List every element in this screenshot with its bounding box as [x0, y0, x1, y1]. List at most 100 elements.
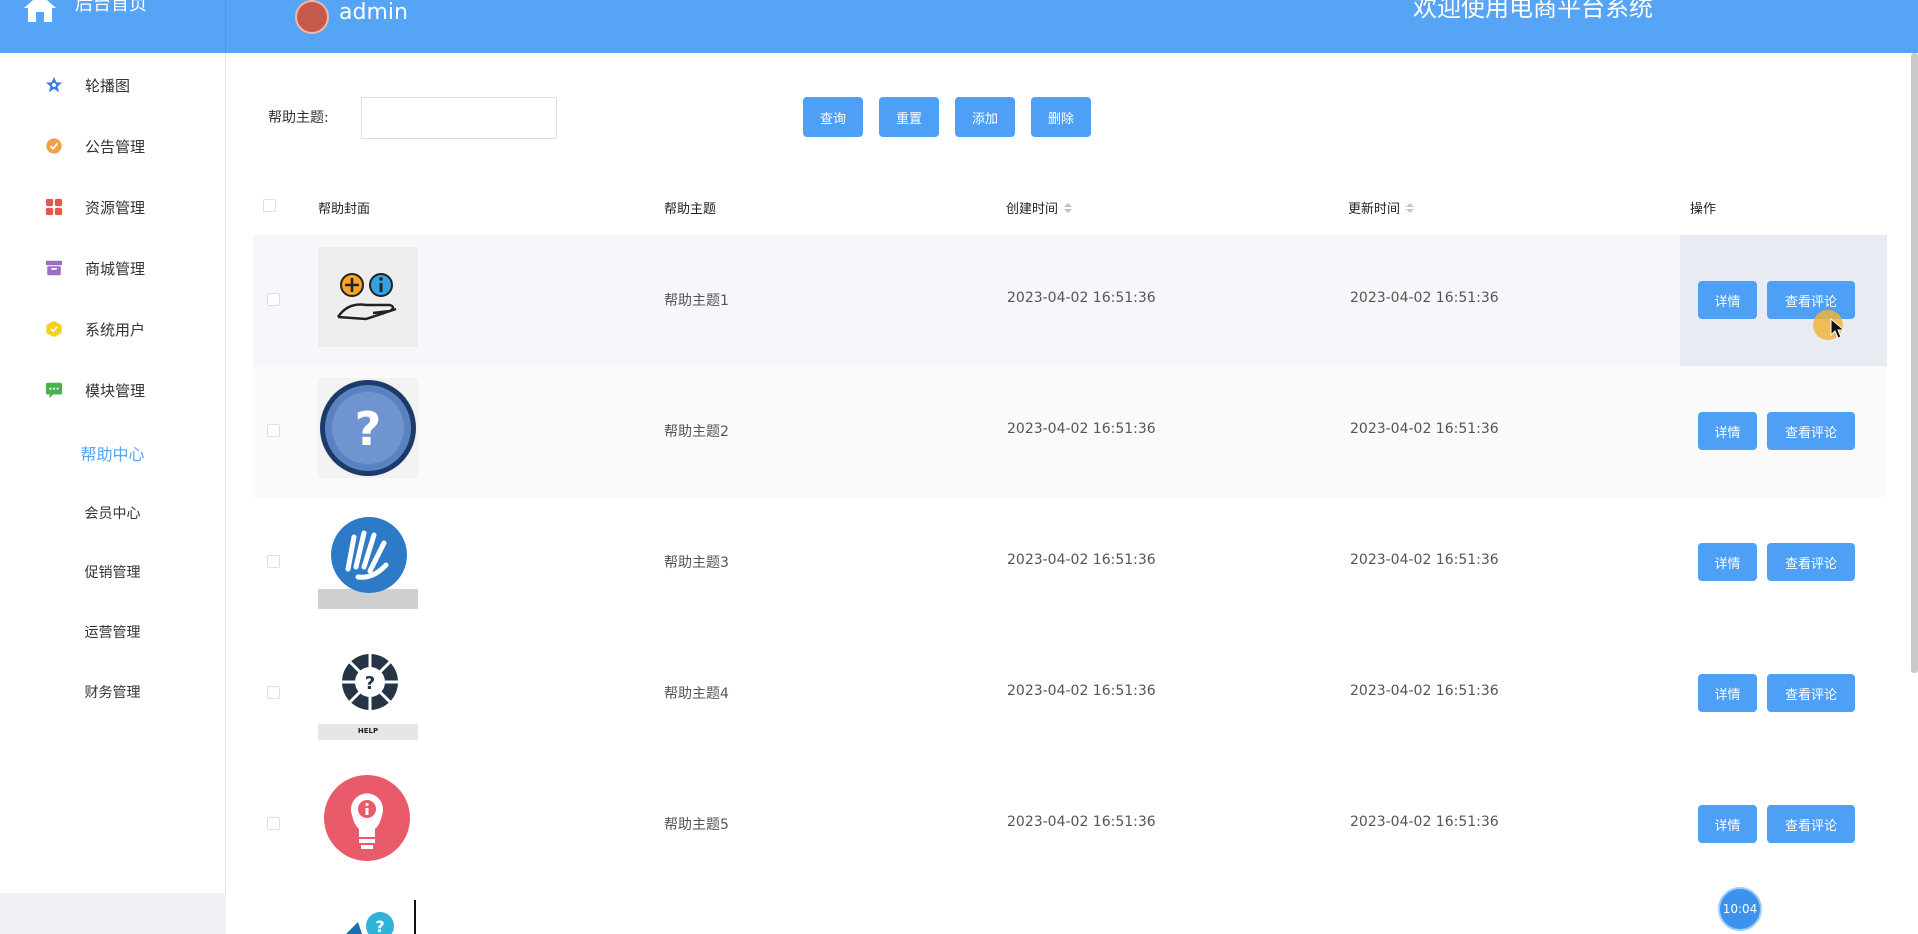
detail-button[interactable]: 详情 — [1698, 281, 1757, 319]
updated-time: 2023-04-02 16:51:36 — [1350, 552, 1499, 568]
sidebar-item-carousel[interactable]: 轮播图 — [0, 65, 225, 105]
updated-time: 2023-04-02 16:51:36 — [1350, 683, 1499, 699]
sidebar-item-label: 资源管理 — [85, 198, 146, 217]
row-checkbox[interactable] — [267, 293, 280, 306]
select-all-checkbox[interactable] — [263, 199, 276, 212]
view-comments-button[interactable]: 查看评论 — [1767, 674, 1855, 712]
column-header-title: 帮助主题 — [664, 198, 716, 217]
column-header-actions: 操作 — [1690, 198, 1716, 217]
detail-button[interactable]: 详情 — [1698, 805, 1757, 843]
updated-time: 2023-04-02 16:51:36 — [1350, 421, 1499, 437]
archive-icon — [44, 258, 64, 278]
column-header-label: 帮助主题 — [664, 202, 717, 217]
help-topic-title: 帮助主题5 — [664, 817, 729, 833]
updated-time: 2023-04-02 16:51:36 — [1350, 290, 1499, 306]
help-topic-title: 帮助主题3 — [664, 555, 729, 571]
query-button[interactable]: 查询 — [803, 97, 863, 137]
scrollbar[interactable] — [1911, 53, 1918, 673]
sidebar-item-resource[interactable]: 资源管理 — [0, 187, 225, 227]
svg-text:?: ? — [375, 917, 384, 934]
column-header-label: 操作 — [1690, 202, 1717, 217]
sidebar-subitem-finance[interactable]: 财务管理 — [0, 672, 225, 712]
column-header-label: 创建时间 — [1006, 202, 1059, 217]
cube-icon — [44, 319, 64, 339]
column-header-created[interactable]: 创建时间 — [1006, 198, 1073, 217]
help-topic-title: 帮助主题4 — [664, 686, 729, 702]
help-wheel-icon: ? HELP — [318, 640, 418, 740]
username: admin — [339, 0, 408, 25]
top-bar: 后台首页 admin 欢迎使用电商平台系统 — [0, 0, 1918, 53]
add-button[interactable]: 添加 — [955, 97, 1015, 137]
table-row[interactable]: ? 帮助主题2 2023-04-02 16:51:36 2023-04-02 1… — [253, 366, 1887, 497]
star-icon — [44, 75, 64, 95]
sign-hands-icon — [318, 509, 418, 609]
sidebar-item-label: 商城管理 — [85, 259, 146, 278]
clock-badge[interactable]: 10:04 — [1718, 887, 1762, 931]
sidebar: 轮播图 公告管理 资源管理 商城管理 系统用户 模块管理 帮助中心 会员中心 促… — [0, 53, 226, 893]
row-checkbox[interactable] — [267, 424, 280, 437]
row-checkbox[interactable] — [267, 686, 280, 699]
welcome-title: 欢迎使用电商平台系统 — [1413, 0, 1653, 22]
help-caption: HELP — [357, 727, 379, 735]
sidebar-item-mall[interactable]: 商城管理 — [0, 248, 225, 288]
sidebar-footer — [0, 893, 226, 934]
column-header-label: 帮助封面 — [318, 202, 371, 217]
badge-icon — [44, 136, 64, 156]
detail-button[interactable]: 详情 — [1698, 674, 1757, 712]
created-time: 2023-04-02 16:51:36 — [1007, 421, 1156, 437]
view-comments-button[interactable]: 查看评论 — [1767, 805, 1855, 843]
sidebar-item-label: 系统用户 — [85, 320, 146, 339]
help-topic-title: 帮助主题2 — [664, 424, 729, 440]
help-topic-search-input[interactable] — [361, 97, 557, 139]
updated-time: 2023-04-02 16:51:36 — [1350, 814, 1499, 830]
sort-icon[interactable] — [1406, 202, 1415, 213]
view-comments-button[interactable]: 查看评论 — [1767, 281, 1855, 319]
partial-cover-image: ? — [318, 900, 418, 934]
column-header-updated[interactable]: 更新时间 — [1348, 198, 1415, 217]
sidebar-item-label: 轮播图 — [85, 76, 131, 95]
detail-button[interactable]: 详情 — [1698, 412, 1757, 450]
search-label: 帮助主题: — [268, 110, 329, 126]
svg-text:?: ? — [365, 673, 375, 694]
table-row[interactable]: 帮助主题1 2023-04-02 16:51:36 2023-04-02 16:… — [253, 235, 1887, 366]
table-row[interactable]: 帮助主题3 2023-04-02 16:51:36 2023-04-02 16:… — [253, 497, 1887, 628]
reset-button[interactable]: 重置 — [879, 97, 939, 137]
question-circle-icon: ? — [318, 378, 418, 478]
lightbulb-info-icon — [318, 771, 418, 871]
sidebar-subitem-help-center[interactable]: 帮助中心 — [0, 433, 225, 473]
created-time: 2023-04-02 16:51:36 — [1007, 290, 1156, 306]
created-time: 2023-04-02 16:51:36 — [1007, 814, 1156, 830]
home-icon — [24, 0, 56, 22]
row-checkbox[interactable] — [267, 817, 280, 830]
created-time: 2023-04-02 16:51:36 — [1007, 683, 1156, 699]
sidebar-item-notice[interactable]: 公告管理 — [0, 126, 225, 166]
created-time: 2023-04-02 16:51:36 — [1007, 552, 1156, 568]
table-row[interactable]: ? HELP 帮助主题4 2023-04-02 16:51:36 2023-04… — [253, 628, 1887, 759]
home-label: 后台首页 — [75, 0, 147, 15]
grid-icon — [44, 197, 64, 217]
avatar — [295, 0, 329, 34]
svg-text:?: ? — [355, 402, 382, 456]
sidebar-subitem-promotion[interactable]: 促销管理 — [0, 552, 225, 592]
sidebar-item-module[interactable]: 模块管理 — [0, 370, 225, 410]
home-link[interactable]: 后台首页 — [0, 0, 226, 53]
chat-icon — [44, 380, 64, 400]
delete-button[interactable]: 删除 — [1031, 97, 1091, 137]
column-header-cover: 帮助封面 — [318, 198, 370, 217]
detail-button[interactable]: 详情 — [1698, 543, 1757, 581]
table-row[interactable]: 帮助主题5 2023-04-02 16:51:36 2023-04-02 16:… — [253, 759, 1887, 890]
plus-info-hand-icon — [318, 247, 418, 347]
sidebar-item-label: 公告管理 — [85, 137, 146, 156]
view-comments-button[interactable]: 查看评论 — [1767, 412, 1855, 450]
user-menu[interactable]: admin — [295, 0, 408, 34]
sort-icon[interactable] — [1064, 202, 1073, 213]
sidebar-item-sys-user[interactable]: 系统用户 — [0, 309, 225, 349]
view-comments-button[interactable]: 查看评论 — [1767, 543, 1855, 581]
sidebar-subitem-operation[interactable]: 运营管理 — [0, 612, 225, 652]
sidebar-item-label: 模块管理 — [85, 381, 146, 400]
cursor-icon — [1830, 318, 1846, 339]
column-header-label: 更新时间 — [1348, 202, 1401, 217]
help-topic-title: 帮助主题1 — [664, 293, 729, 309]
sidebar-subitem-member-center[interactable]: 会员中心 — [0, 493, 225, 533]
row-checkbox[interactable] — [267, 555, 280, 568]
